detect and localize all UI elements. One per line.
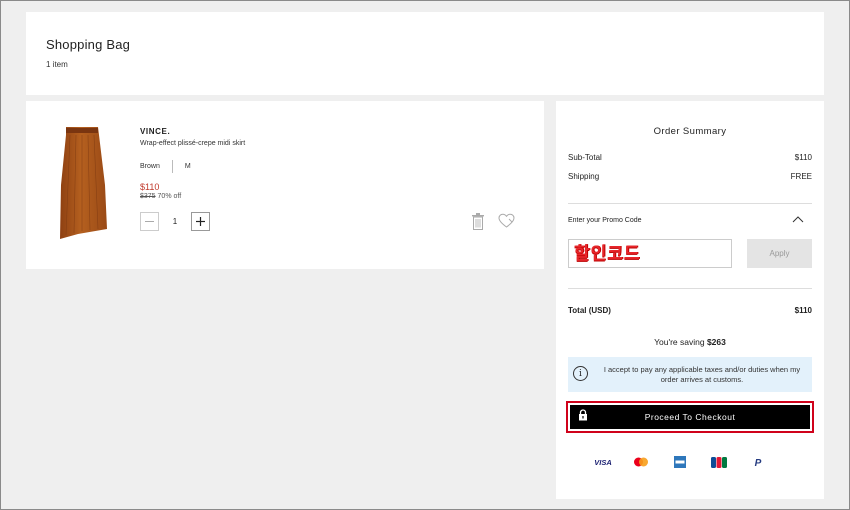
plus-icon [196,217,205,226]
sale-price: $110 [140,182,160,192]
svg-text:P: P [755,458,762,468]
checkout-highlight: Proceed To Checkout [566,401,814,433]
quantity-stepper: 1 [140,212,210,231]
total-label: Total (USD) [568,306,611,315]
bag-header: Shopping Bag 1 item [26,12,824,95]
mastercard-icon [633,456,649,468]
info-icon: i [573,366,588,381]
savings-label: You're saving [654,337,705,347]
product-description[interactable]: Wrap-effect plissé-crepe midi skirt [140,140,245,147]
product-color: Brown [140,163,160,170]
original-price-line: $375 70% off [140,193,181,200]
svg-text:VISA: VISA [594,458,612,467]
quantity-value: 1 [172,217,178,226]
original-price: $375 [140,193,156,200]
order-summary-panel: Order Summary Sub-Total $110 Shipping FR… [556,101,824,499]
chevron-up-icon[interactable] [792,215,804,223]
savings-line: You're saving $263 [556,337,824,347]
total-value: $110 [794,306,812,315]
promo-code-input[interactable]: 할인코드 [568,239,732,268]
customs-info-text: I accept to pay any applicable taxes and… [603,365,801,384]
subtotal-row: Sub-Total $110 [568,153,812,162]
order-summary-title: Order Summary [653,126,727,137]
amex-icon [674,456,686,468]
subtotal-value: $110 [794,153,812,162]
trash-icon[interactable] [471,213,485,230]
shipping-row: Shipping FREE [568,172,812,181]
product-attributes: Brown M [140,160,191,173]
product-image[interactable] [58,125,108,239]
savings-amount: $263 [706,337,726,347]
wishlist-heart-icon[interactable] [498,213,515,229]
divider [568,203,812,204]
total-row: Total (USD) $110 [568,306,812,315]
cart-item-card: VINCE. Wrap-effect plissé-crepe midi ski… [26,101,544,269]
minus-icon [145,221,154,222]
product-size: M [184,163,191,170]
decrease-quantity-button[interactable] [140,212,159,231]
divider [568,288,812,289]
increase-quantity-button[interactable] [191,212,210,231]
shipping-label: Shipping [568,172,600,181]
shipping-value: FREE [790,172,812,181]
product-brand[interactable]: VINCE. [140,127,170,136]
checkout-label: Proceed To Checkout [644,412,736,422]
discount-label: 70% off [157,193,182,200]
promo-code-label: Enter your Promo Code [568,217,642,224]
promo-code-value: 할인코드 [574,244,641,264]
jcb-icon [711,456,727,468]
apply-promo-button[interactable]: Apply [747,239,812,268]
proceed-to-checkout-button[interactable]: Proceed To Checkout [570,405,810,429]
attribute-divider [171,160,173,173]
paypal-icon: P [752,456,764,468]
item-count: 1 item [46,60,68,69]
visa-icon: VISA [592,456,614,468]
page-title: Shopping Bag [46,37,131,52]
customs-info-box: i I accept to pay any applicable taxes a… [568,357,812,392]
subtotal-label: Sub-Total [568,153,602,162]
lock-icon [579,409,587,421]
